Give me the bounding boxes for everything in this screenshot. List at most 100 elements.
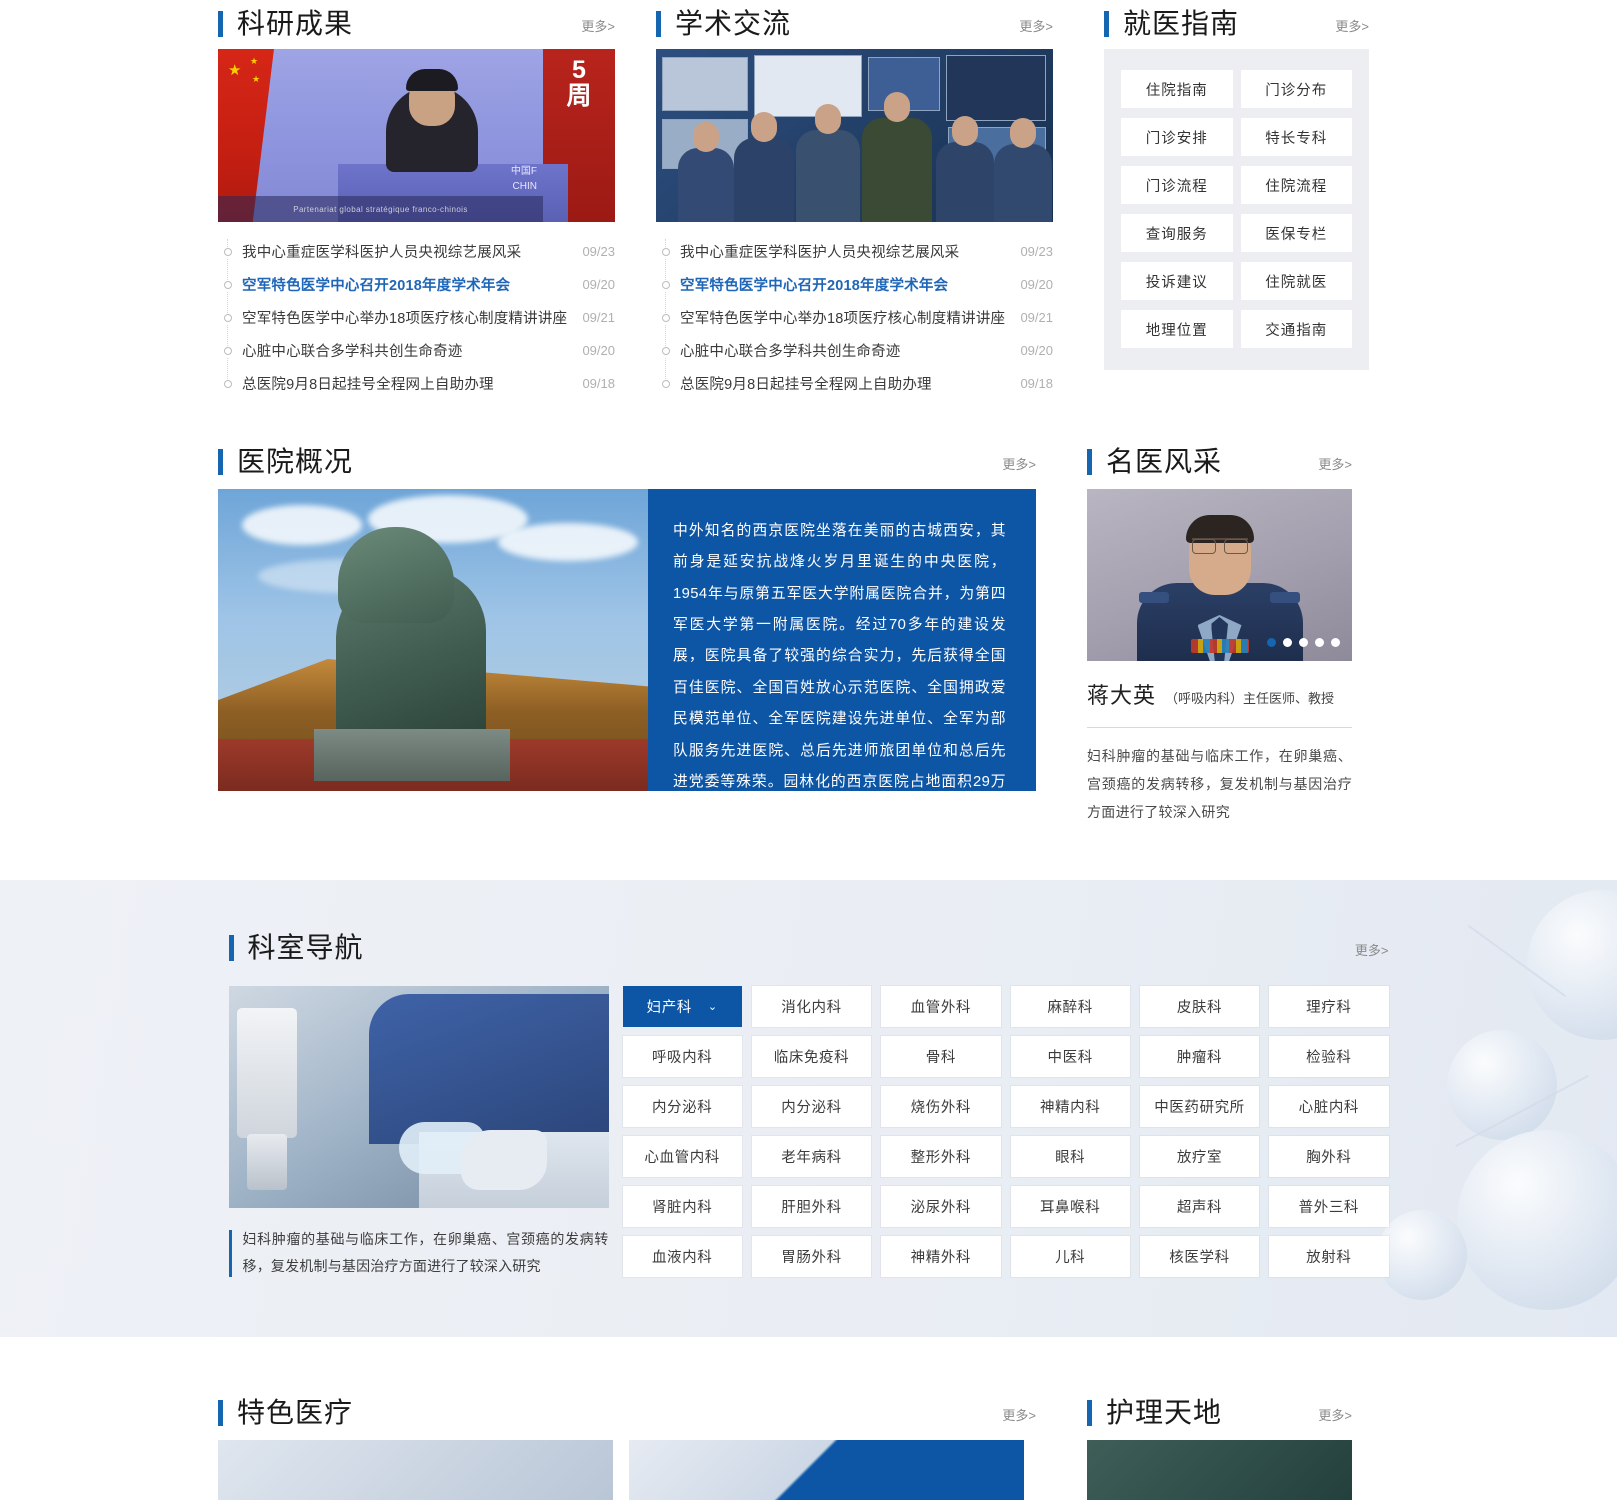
officer-figure <box>734 138 794 222</box>
departments-more-link[interactable]: 更多> <box>1355 940 1389 962</box>
doctors-header: 名医风采 更多> <box>1087 438 1352 476</box>
guide-button-inpatient-visit[interactable]: 住院就医 <box>1240 262 1352 300</box>
doctor-name: 蒋大英 <box>1087 683 1157 708</box>
guide-button-insurance[interactable]: 医保专栏 <box>1240 214 1352 252</box>
dept-button-10[interactable]: 肿瘤科 <box>1139 1036 1260 1077</box>
dept-button-11[interactable]: 检验科 <box>1269 1036 1389 1077</box>
specialty-thumb[interactable] <box>218 1439 613 1500</box>
guide-button-inpatient-guide[interactable]: 住院指南 <box>1121 70 1233 108</box>
guide-button-complaints[interactable]: 投诉建议 <box>1121 262 1233 300</box>
news-title[interactable]: 总医院9月8日起挂号全程网上自助办理 <box>680 373 932 394</box>
dept-button-33[interactable]: 儿科 <box>1010 1236 1130 1277</box>
dept-button-9[interactable]: 中医科 <box>1010 1036 1130 1077</box>
dept-button-7[interactable]: 临床免疫科 <box>751 1036 872 1077</box>
dept-button-18[interactable]: 心血管内科 <box>622 1136 742 1177</box>
dept-button-3[interactable]: 麻醉科 <box>1010 986 1130 1027</box>
dept-button-8[interactable]: 骨科 <box>881 1036 1001 1077</box>
dept-button-22[interactable]: 放疗室 <box>1139 1136 1260 1177</box>
news-title[interactable]: 心脏中心联合多学科共创生命奇迹 <box>242 340 463 361</box>
guide-button-location[interactable]: 地理位置 <box>1121 310 1233 348</box>
dept-button-25[interactable]: 肝胆外科 <box>751 1186 872 1227</box>
guide-button-outpatient-map[interactable]: 门诊分布 <box>1240 70 1352 108</box>
guide-button-outpatient-process[interactable]: 门诊流程 <box>1121 166 1233 204</box>
dept-button-14[interactable]: 烧伤外科 <box>881 1086 1001 1127</box>
news-item[interactable]: 心脏中心联合多学科共创生命奇迹 09/20 <box>218 325 615 367</box>
carousel-dot[interactable] <box>1283 638 1292 647</box>
news-item[interactable]: 总医院9月8日起挂号全程网上自助办理 09/18 <box>218 358 615 400</box>
star-icon: ★ <box>252 74 261 84</box>
news-date: 09/18 <box>1020 376 1053 391</box>
dept-button-28[interactable]: 超声科 <box>1139 1186 1260 1227</box>
guide-button-specialty-clinic[interactable]: 特长专科 <box>1240 118 1352 156</box>
research-feature-image[interactable]: ★ ★ ★ 5周 中国F CHIN Partenariat global stra… <box>218 49 615 222</box>
nursing-thumb[interactable] <box>1087 1439 1352 1500</box>
dept-button-1[interactable]: 消化内科 <box>751 986 872 1027</box>
specialty-thumb[interactable] <box>629 1439 1024 1500</box>
guide-button-inpatient-process[interactable]: 住院流程 <box>1240 166 1352 204</box>
dept-button-16[interactable]: 中医药研究所 <box>1139 1086 1260 1127</box>
nursing-title-text: 护理天地 <box>1106 1396 1223 1428</box>
news-item[interactable]: 空军特色医学中心召开2018年度学术年会 09/20 <box>218 259 615 301</box>
dept-button-6[interactable]: 呼吸内科 <box>622 1036 742 1077</box>
news-title[interactable]: 我中心重症医学科医护人员央视综艺展风采 <box>680 241 959 262</box>
dept-button-31[interactable]: 胃肠外科 <box>751 1236 872 1277</box>
overview-more-link[interactable]: 更多> <box>1002 454 1036 476</box>
officer-head <box>1010 118 1036 148</box>
dept-button-29[interactable]: 普外三科 <box>1269 1186 1389 1227</box>
dept-button-34[interactable]: 核医学科 <box>1139 1236 1260 1277</box>
overview-image[interactable] <box>218 489 648 791</box>
news-title[interactable]: 空军特色医学中心举办18项医疗核心制度精讲讲座 <box>680 307 1005 328</box>
doctor-portrait[interactable] <box>1087 489 1352 661</box>
department-image[interactable] <box>228 986 609 1208</box>
dept-button-4[interactable]: 皮肤科 <box>1139 986 1260 1027</box>
guide-more-link[interactable]: 更多> <box>1335 16 1369 38</box>
dept-button-30[interactable]: 血液内科 <box>622 1236 742 1277</box>
news-item[interactable]: 我中心重症医学科医护人员央视综艺展风采 09/23 <box>656 235 1053 268</box>
dept-button-15[interactable]: 神精内科 <box>1010 1086 1130 1127</box>
nursing-more-link[interactable]: 更多> <box>1318 1405 1352 1427</box>
academic-feature-image[interactable] <box>656 49 1053 222</box>
news-title[interactable]: 空军特色医学中心召开2018年度学术年会 <box>242 274 510 295</box>
dept-button-35[interactable]: 放射科 <box>1269 1236 1389 1277</box>
academic-more-link[interactable]: 更多> <box>1019 16 1053 38</box>
dept-button-26[interactable]: 泌尿外科 <box>881 1186 1001 1227</box>
dept-button-21[interactable]: 眼科 <box>1010 1136 1130 1177</box>
dept-button-27[interactable]: 耳鼻喉科 <box>1010 1186 1130 1227</box>
section-title: 名医风采 <box>1087 448 1222 476</box>
guide-button-outpatient-schedule[interactable]: 门诊安排 <box>1121 118 1233 156</box>
research-more-link[interactable]: 更多> <box>581 16 615 38</box>
dept-button-23[interactable]: 胸外科 <box>1269 1136 1389 1177</box>
guide-button-transport[interactable]: 交通指南 <box>1240 310 1352 348</box>
news-title[interactable]: 空军特色医学中心召开2018年度学术年会 <box>680 274 948 295</box>
dept-button-5[interactable]: 理疗科 <box>1269 986 1389 1027</box>
dept-button-obstetrics-gynecology[interactable]: 妇产科 ⌄ <box>622 986 742 1027</box>
dept-button-2[interactable]: 血管外科 <box>881 986 1001 1027</box>
dept-button-12[interactable]: 内分泌科 <box>622 1086 742 1127</box>
guide-button-query-service[interactable]: 查询服务 <box>1121 214 1233 252</box>
specialty-thumbnails <box>218 1439 1036 1500</box>
news-item[interactable]: 总医院9月8日起挂号全程网上自助办理 09/18 <box>656 358 1053 400</box>
news-item[interactable]: 空军特色医学中心举办18项医疗核心制度精讲讲座 09/21 <box>218 292 615 334</box>
dept-button-17[interactable]: 心脏内科 <box>1269 1086 1389 1127</box>
carousel-dot[interactable] <box>1331 638 1340 647</box>
dept-button-32[interactable]: 神精外科 <box>881 1236 1001 1277</box>
dept-button-24[interactable]: 肾脏内科 <box>622 1186 742 1227</box>
specialty-more-link[interactable]: 更多> <box>1002 1405 1036 1427</box>
news-item[interactable]: 心脏中心联合多学科共创生命奇迹 09/20 <box>656 325 1053 367</box>
news-title[interactable]: 空军特色医学中心举办18项医疗核心制度精讲讲座 <box>242 307 567 328</box>
department-feature: 妇科肿瘤的基础与临床工作，在卵巢癌、宫颈癌的发病转移，复发机制与基因治疗方面进行… <box>228 986 609 1281</box>
news-item[interactable]: 我中心重症医学科医护人员央视综艺展风采 09/23 <box>218 235 615 268</box>
dept-button-19[interactable]: 老年病科 <box>751 1136 872 1177</box>
carousel-dot[interactable] <box>1315 638 1324 647</box>
news-item[interactable]: 空军特色医学中心召开2018年度学术年会 09/20 <box>656 259 1053 301</box>
news-item[interactable]: 空军特色医学中心举办18项医疗核心制度精讲讲座 09/21 <box>656 292 1053 334</box>
dept-button-20[interactable]: 整形外科 <box>881 1136 1001 1177</box>
news-title[interactable]: 我中心重症医学科医护人员央视综艺展风采 <box>242 241 521 262</box>
overview-detail-link[interactable]: 【查看详情】 <box>715 805 806 821</box>
news-title[interactable]: 心脏中心联合多学科共创生命奇迹 <box>680 340 901 361</box>
carousel-dot-active[interactable] <box>1267 638 1276 647</box>
carousel-dot[interactable] <box>1299 638 1308 647</box>
doctors-more-link[interactable]: 更多> <box>1318 454 1352 476</box>
news-title[interactable]: 总医院9月8日起挂号全程网上自助办理 <box>242 373 494 394</box>
dept-button-13[interactable]: 内分泌科 <box>751 1086 872 1127</box>
